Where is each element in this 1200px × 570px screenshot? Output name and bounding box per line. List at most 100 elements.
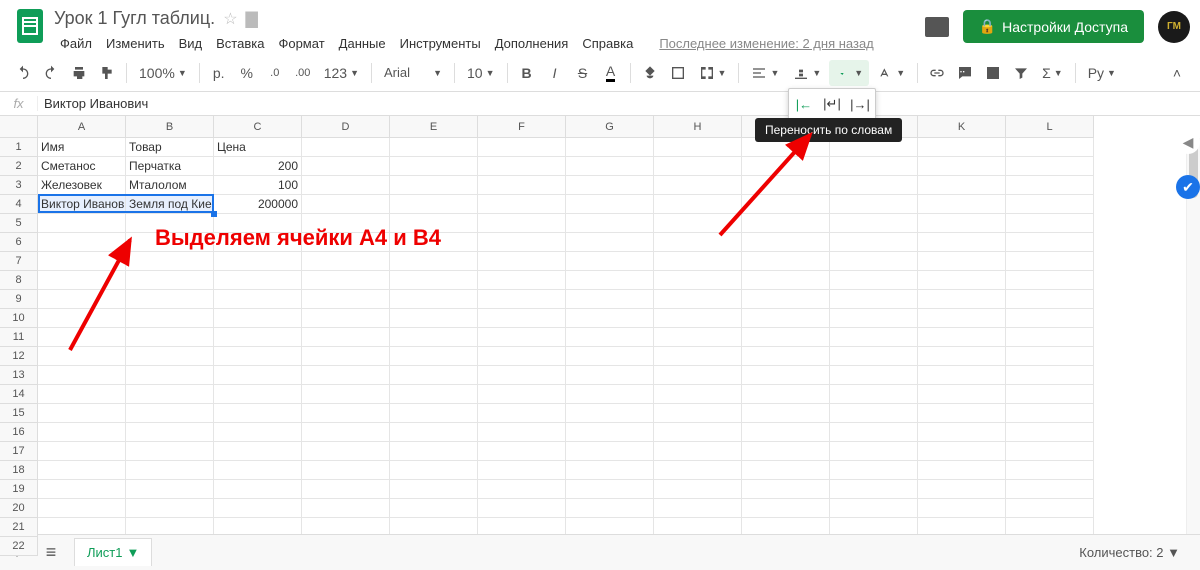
cell[interactable] (1006, 309, 1094, 328)
cell[interactable] (742, 233, 830, 252)
cell[interactable] (1006, 366, 1094, 385)
row-header[interactable]: 12 (0, 347, 38, 366)
cell[interactable] (126, 309, 214, 328)
cell[interactable]: Товар (126, 138, 214, 157)
cell[interactable] (830, 214, 918, 233)
cell[interactable] (742, 442, 830, 461)
cell[interactable] (302, 385, 390, 404)
cell[interactable]: Земля под Киев (126, 195, 214, 214)
cell[interactable] (566, 480, 654, 499)
cell[interactable] (390, 461, 478, 480)
formula-input[interactable]: Виктор Иванович (38, 96, 1200, 111)
cell[interactable] (654, 366, 742, 385)
cell[interactable] (390, 309, 478, 328)
cell[interactable] (654, 138, 742, 157)
percent-button[interactable]: % (234, 60, 260, 86)
cell[interactable]: 200000 (214, 195, 302, 214)
cell[interactable] (478, 347, 566, 366)
cell[interactable] (38, 366, 126, 385)
cell[interactable] (1006, 480, 1094, 499)
cell[interactable] (1006, 138, 1094, 157)
cell[interactable] (1006, 385, 1094, 404)
cell[interactable] (126, 442, 214, 461)
cell[interactable] (478, 252, 566, 271)
cell[interactable] (1006, 442, 1094, 461)
currency-ruble-button[interactable]: р. (206, 60, 232, 86)
cell[interactable] (214, 499, 302, 518)
filter-button[interactable] (1008, 60, 1034, 86)
cell[interactable] (302, 252, 390, 271)
cell[interactable] (38, 442, 126, 461)
cell[interactable] (918, 442, 1006, 461)
cell[interactable] (478, 157, 566, 176)
cell[interactable] (566, 385, 654, 404)
cell[interactable]: Сметанос (38, 157, 126, 176)
cell[interactable] (478, 233, 566, 252)
cell[interactable] (830, 480, 918, 499)
cell[interactable] (390, 442, 478, 461)
cell[interactable] (1006, 252, 1094, 271)
cell[interactable] (742, 328, 830, 347)
fill-color-button[interactable] (637, 60, 663, 86)
cell[interactable] (566, 157, 654, 176)
cell[interactable] (830, 271, 918, 290)
vertical-align-dropdown[interactable]: ▼ (787, 60, 827, 86)
cell[interactable] (918, 233, 1006, 252)
font-size-dropdown[interactable]: 10▼ (461, 60, 501, 86)
insert-chart-button[interactable] (980, 60, 1006, 86)
cell[interactable] (654, 442, 742, 461)
row-header[interactable]: 4 (0, 195, 38, 214)
cell[interactable] (830, 195, 918, 214)
cell[interactable] (742, 176, 830, 195)
cell[interactable] (918, 366, 1006, 385)
cell[interactable] (478, 404, 566, 423)
cell[interactable] (302, 233, 390, 252)
cell[interactable] (1006, 176, 1094, 195)
cell[interactable] (214, 366, 302, 385)
cell[interactable] (390, 499, 478, 518)
cell[interactable] (126, 290, 214, 309)
cell[interactable] (478, 290, 566, 309)
cell[interactable] (566, 195, 654, 214)
cell[interactable] (390, 233, 478, 252)
cell[interactable]: Железовек (38, 176, 126, 195)
cell[interactable] (38, 404, 126, 423)
cell[interactable] (1006, 157, 1094, 176)
cell[interactable] (302, 404, 390, 423)
cell[interactable] (566, 176, 654, 195)
cell[interactable] (302, 423, 390, 442)
cell[interactable] (214, 290, 302, 309)
cell[interactable] (918, 195, 1006, 214)
cell[interactable] (478, 176, 566, 195)
cell[interactable] (566, 442, 654, 461)
wrap-overflow-option[interactable]: |← (793, 93, 815, 115)
cell[interactable] (302, 347, 390, 366)
cell[interactable] (214, 347, 302, 366)
select-all-corner[interactable] (0, 116, 38, 138)
cell[interactable] (654, 480, 742, 499)
cell[interactable] (214, 461, 302, 480)
borders-button[interactable] (665, 60, 691, 86)
cell[interactable] (566, 404, 654, 423)
cell[interactable] (390, 347, 478, 366)
cell[interactable] (918, 328, 1006, 347)
cell[interactable] (126, 385, 214, 404)
row-header[interactable]: 20 (0, 499, 38, 518)
cell[interactable] (302, 309, 390, 328)
move-folder-icon[interactable]: ▇ (246, 9, 258, 29)
menu-help[interactable]: Справка (576, 33, 639, 54)
cell[interactable] (654, 499, 742, 518)
vertical-scrollbar[interactable] (1186, 138, 1200, 556)
merge-cells-dropdown[interactable]: ▼ (693, 60, 733, 86)
menu-addons[interactable]: Дополнения (489, 33, 575, 54)
column-header[interactable]: H (654, 116, 742, 138)
cell[interactable] (126, 271, 214, 290)
cell[interactable] (390, 271, 478, 290)
cell[interactable] (830, 442, 918, 461)
row-header[interactable]: 3 (0, 176, 38, 195)
cell[interactable] (478, 195, 566, 214)
cell[interactable] (390, 138, 478, 157)
cell[interactable] (566, 499, 654, 518)
cell[interactable] (654, 309, 742, 328)
cell[interactable] (478, 309, 566, 328)
